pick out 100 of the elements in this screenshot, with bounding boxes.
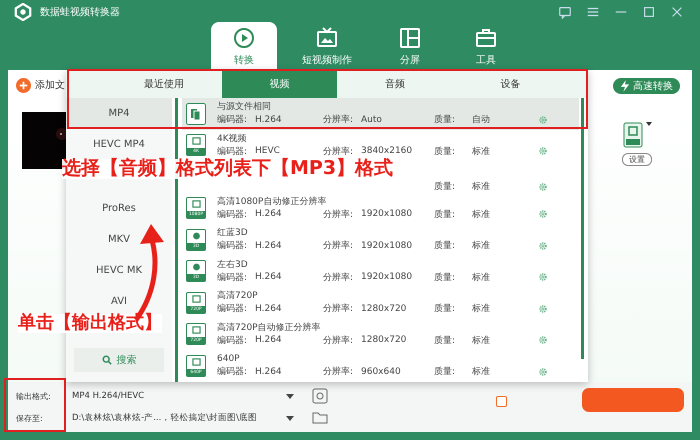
save-path-dropdown[interactable]: D:\袁林炫\袁林炫-产...，轻松搞定\封面图\底图 bbox=[72, 412, 294, 424]
encoder-label: 编码器: bbox=[217, 240, 248, 252]
quality-value: 标准 bbox=[472, 208, 491, 221]
quality-value: 标准 bbox=[472, 272, 491, 284]
search-button[interactable]: 搜索 bbox=[74, 348, 164, 372]
save-to-label: 保存至: bbox=[16, 412, 44, 424]
quality-label: 质量: bbox=[434, 240, 456, 252]
resolution-label: 分辨率: bbox=[323, 272, 354, 284]
encoder-label: 编码器: bbox=[217, 272, 248, 284]
encoder-label: 编码器: bbox=[217, 114, 248, 126]
close-icon[interactable] bbox=[670, 5, 684, 19]
feedback-icon[interactable] bbox=[558, 5, 572, 19]
quality-value: 标准 bbox=[472, 366, 491, 378]
encoder-label: 编码器: bbox=[217, 208, 248, 221]
quality-label: 质量: bbox=[434, 146, 456, 158]
quality-value: 自动 bbox=[472, 114, 491, 126]
settings-icon[interactable] bbox=[538, 114, 548, 125]
caret-icon bbox=[286, 394, 294, 398]
quality-label: 质量: bbox=[434, 334, 456, 347]
encoder-value: H.264 bbox=[255, 272, 283, 282]
format-item[interactable]: ProRes bbox=[66, 193, 172, 224]
camera-icon[interactable] bbox=[312, 388, 328, 404]
resolution-label: 分辨率: bbox=[323, 208, 354, 221]
fast-convert-button[interactable]: 高速转换 bbox=[613, 78, 680, 94]
output-format-dropdown[interactable]: MP4 H.264/HEVC bbox=[72, 391, 294, 401]
preset-title: 高清1080P自动修正分辨率 bbox=[217, 196, 328, 208]
quality-value: 标准 bbox=[472, 180, 491, 193]
scrollbar[interactable] bbox=[581, 98, 584, 360]
settings-icon[interactable] bbox=[538, 240, 548, 251]
encoder-value: H.264 bbox=[255, 114, 283, 125]
copy-icon bbox=[186, 102, 206, 125]
nav-tab[interactable]: 分屏 bbox=[377, 22, 443, 70]
menu-icon[interactable] bbox=[586, 5, 600, 19]
add-file-button[interactable]: 添加文 bbox=[16, 78, 65, 92]
quality-label: 质量: bbox=[434, 302, 456, 316]
settings-icon[interactable] bbox=[538, 304, 548, 314]
preset-title: 左右3D bbox=[217, 258, 249, 271]
preset-title: 红蓝3D bbox=[217, 227, 249, 240]
encoder-value: H.264 bbox=[255, 209, 283, 220]
preset-row[interactable]: 质量: 标准 bbox=[182, 180, 579, 192]
resolution-value: Auto bbox=[361, 114, 383, 125]
format-tab[interactable]: 最近使用 bbox=[106, 70, 222, 98]
encoder-value: H.264 bbox=[255, 304, 283, 314]
format-tab[interactable]: 音频 bbox=[337, 70, 452, 98]
resolution-value: 1920x1080 bbox=[361, 209, 414, 220]
quality-value: 标准 bbox=[472, 240, 491, 252]
settings-icon[interactable] bbox=[538, 182, 548, 192]
quality-value: 标准 bbox=[472, 302, 491, 316]
quality-label: 质量: bbox=[434, 366, 456, 378]
instruction-text: 选择【音频】格式列表下【MP3】格式 bbox=[62, 159, 394, 179]
refresh-play-icon bbox=[232, 26, 256, 50]
settings-icon[interactable] bbox=[538, 366, 548, 377]
resolution-label: 分辨率: bbox=[323, 302, 354, 316]
search-icon bbox=[102, 355, 112, 365]
quality-label: 质量: bbox=[434, 208, 456, 221]
settings-icon[interactable] bbox=[538, 146, 548, 156]
preset-title: 高清720P自动修正分辨率 bbox=[217, 322, 322, 334]
resolution-label: 分辨率: bbox=[323, 240, 354, 252]
preset-title: 高清720P bbox=[217, 290, 259, 302]
lightning-icon bbox=[620, 80, 630, 92]
caret-icon[interactable] bbox=[646, 122, 652, 126]
video-file-icon[interactable] bbox=[622, 122, 642, 148]
encoder-value: H.264 bbox=[255, 335, 283, 346]
resolution-label: 分辨率: bbox=[323, 366, 354, 378]
quality-label: 质量: bbox=[434, 272, 456, 284]
resolution-value: 1920x1080 bbox=[361, 240, 414, 251]
nav-tab[interactable]: 工具 bbox=[453, 22, 519, 70]
window-title: 数据蛙视频转换器 bbox=[40, 6, 120, 19]
encoder-label: 编码器: bbox=[217, 146, 248, 158]
output-format-label: 输出格式: bbox=[16, 390, 52, 402]
encoder-label: 编码器: bbox=[217, 334, 248, 347]
resolution-value: 960x640 bbox=[361, 366, 402, 377]
format-item[interactable]: MKV bbox=[66, 224, 172, 255]
encoder-label: 编码器: bbox=[217, 302, 248, 316]
format-tab[interactable]: 设备 bbox=[452, 70, 568, 98]
encoder-value: H.264 bbox=[255, 366, 283, 377]
settings-icon[interactable] bbox=[538, 335, 548, 346]
format-item[interactable]: MP4 bbox=[66, 98, 172, 129]
nav-tab[interactable]: 短视频制作 bbox=[287, 22, 367, 70]
resolution-label: 分辨率: bbox=[323, 334, 354, 347]
format-tab[interactable]: 视频 bbox=[222, 70, 337, 98]
resolution-label: 分辨率: bbox=[323, 114, 354, 126]
resolution-value: 1280x720 bbox=[361, 335, 408, 346]
quality-label: 质量: bbox=[434, 114, 456, 126]
folder-icon[interactable] bbox=[312, 410, 328, 426]
settings-icon[interactable] bbox=[538, 272, 548, 282]
preset-title: 与源文件相同 bbox=[217, 101, 272, 114]
caret-icon bbox=[286, 416, 294, 420]
encoder-value: HEVC bbox=[255, 146, 281, 156]
resolution-value: 1280x720 bbox=[361, 304, 408, 314]
merge-checkbox[interactable] bbox=[496, 396, 507, 407]
format-item[interactable]: HEVC MK bbox=[66, 255, 172, 286]
settings-icon[interactable] bbox=[538, 209, 548, 220]
maximize-icon[interactable] bbox=[642, 5, 656, 19]
add-icon bbox=[16, 78, 31, 92]
settings-button[interactable]: 设置 bbox=[622, 153, 652, 166]
layout-icon bbox=[398, 26, 422, 50]
nav-tab[interactable]: 转换 bbox=[211, 22, 277, 70]
preset-row[interactable]: 与源文件相同 编码器: H.264 分辨率: Auto 质量: 自动 bbox=[182, 98, 579, 130]
encoder-label: 编码器: bbox=[217, 366, 248, 378]
